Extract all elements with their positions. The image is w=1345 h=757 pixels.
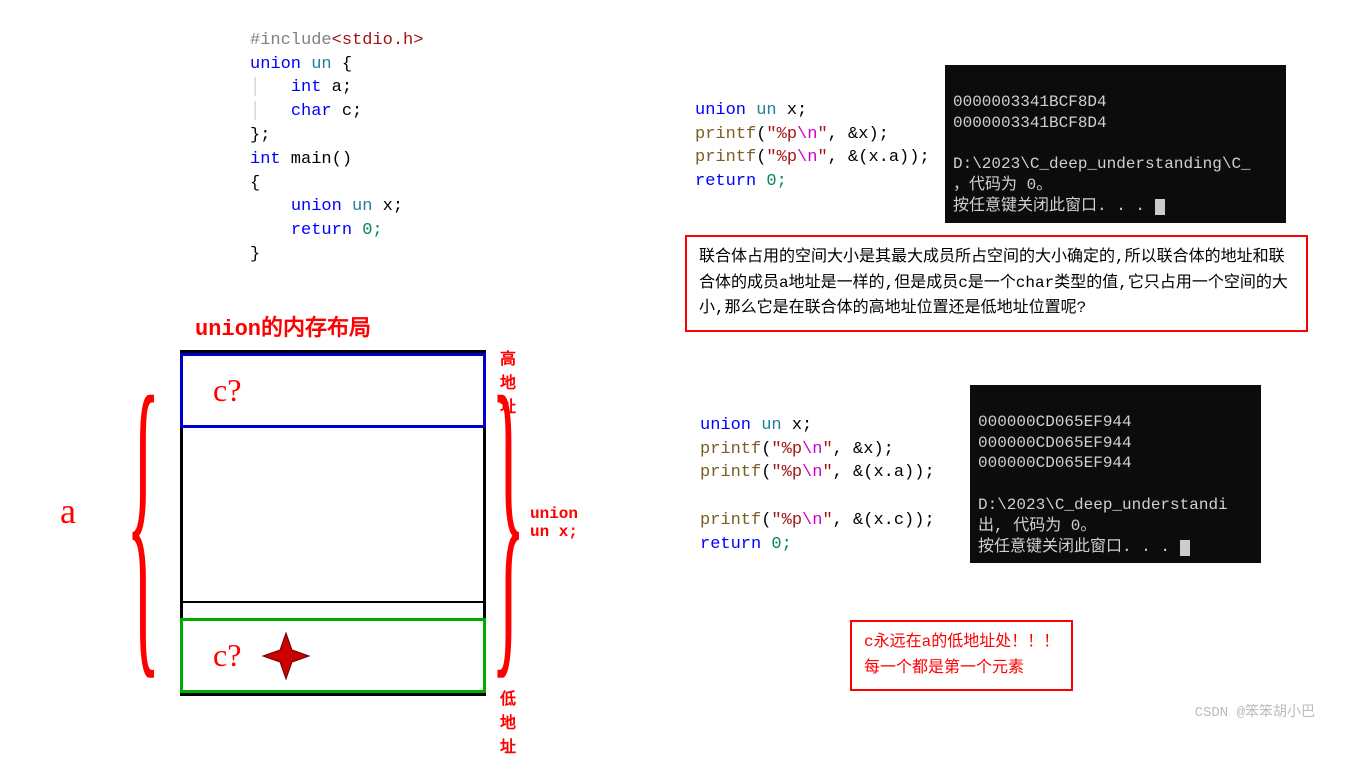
preproc: #include: [250, 31, 332, 50]
conclusion-line1: c永远在a的低地址处！！！: [864, 630, 1059, 656]
star-icon: [261, 631, 311, 681]
type-un: un: [311, 55, 331, 74]
type-un2: un: [352, 197, 372, 216]
brace-open: {: [250, 174, 260, 193]
c-bottom-label: c?: [213, 637, 241, 674]
term2-line: 000000CD065EF944: [978, 454, 1132, 472]
ret-0: 0;: [352, 221, 383, 240]
watermark: CSDN @笨笨胡小巴: [1195, 701, 1315, 721]
term2-line: 000000CD065EF944: [978, 413, 1132, 431]
term1-line: D:\2023\C_deep_understanding\C_: [953, 155, 1251, 173]
kw-int2: int: [250, 150, 281, 169]
terminal-output-1: 0000003341BCF8D4 0000003341BCF8D4 D:\202…: [945, 65, 1286, 223]
conclusion-box: c永远在a的低地址处！！！ 每一个都是第一个元素: [850, 620, 1073, 691]
cursor-icon: [1155, 199, 1165, 215]
member-c: c;: [332, 102, 363, 121]
kw-union2: union: [291, 197, 342, 216]
kw-char: char: [291, 102, 332, 121]
term1-line: 0000003341BCF8D4: [953, 114, 1107, 132]
var-x: x;: [372, 197, 403, 216]
diagram-title: union的内存布局: [195, 310, 371, 342]
cursor-icon: [1180, 540, 1190, 556]
memory-divider: [183, 601, 483, 603]
include-header: <stdio.h>: [332, 31, 424, 50]
explanation-text: 联合体占用的空间大小是其最大成员所占空间的大小确定的,所以联合体的地址和联合体的…: [699, 248, 1288, 317]
code-block-2: union un x; printf("%p\n", &x); printf("…: [695, 75, 930, 194]
code-block-3: union un x; printf("%p\n", &x); printf("…: [700, 390, 935, 557]
c-top-label: c?: [213, 372, 241, 409]
brace-close: };: [250, 126, 270, 145]
code-block-1: #include<stdio.h> union un { │ int a; │ …: [250, 5, 423, 267]
kw-union: union: [250, 55, 301, 74]
kw-return: return: [291, 221, 352, 240]
term1-line: 按任意键关闭此窗口. . .: [953, 197, 1155, 215]
memory-box: c? c?: [180, 350, 486, 696]
term1-line: 0000003341BCF8D4: [953, 93, 1107, 111]
term1-line: ，代码为 0。: [953, 176, 1052, 194]
brace-right-icon: }: [465, 518, 551, 583]
term2-line: 出, 代码为 0。: [978, 517, 1096, 535]
terminal-output-2: 000000CD065EF944 000000CD065EF944 000000…: [970, 385, 1261, 563]
term2-line: 按任意键关闭此窗口. . .: [978, 538, 1180, 556]
explanation-box-1: 联合体占用的空间大小是其最大成员所占空间的大小确定的,所以联合体的地址和联合体的…: [685, 235, 1308, 332]
brace-left-icon: {: [100, 518, 186, 583]
member-a: a;: [321, 78, 352, 97]
memory-top-cell: c?: [180, 353, 486, 428]
brace: {: [332, 55, 352, 74]
a-label: a: [60, 490, 76, 532]
memory-bottom-cell: c?: [180, 618, 486, 693]
term2-line: 000000CD065EF944: [978, 434, 1132, 452]
brace-close2: }: [250, 245, 260, 264]
main-sig: main(): [281, 150, 352, 169]
conclusion-line2: 每一个都是第一个元素: [864, 656, 1059, 682]
kw-int: int: [291, 78, 322, 97]
term2-line: D:\2023\C_deep_understandi: [978, 496, 1228, 514]
